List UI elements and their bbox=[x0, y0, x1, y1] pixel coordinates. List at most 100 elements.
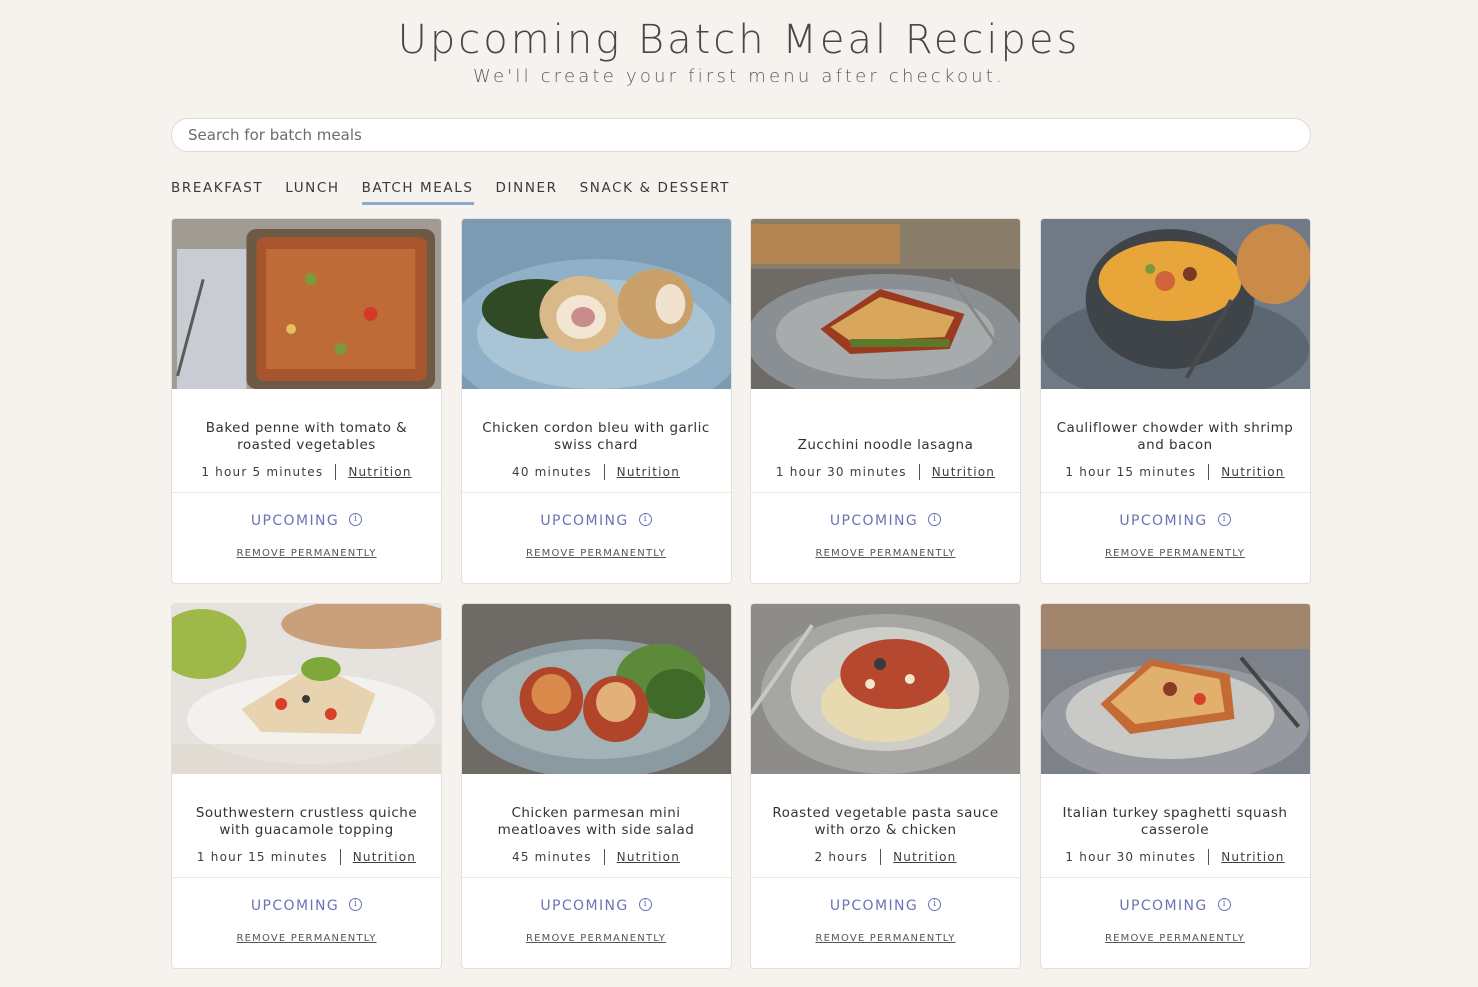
remove-permanently-link[interactable]: REMOVE PERMANENTLY bbox=[1105, 933, 1245, 944]
recipe-title: Chicken cordon bleu with garlic swiss ch… bbox=[482, 420, 710, 453]
recipe-time: 40 minutes bbox=[511, 465, 592, 479]
recipe-card: Italian turkey spaghetti squash casserol… bbox=[1039, 603, 1311, 969]
page-title: Upcoming Batch Meal Recipes bbox=[397, 17, 1081, 63]
recipe-time: 1 hour 15 minutes bbox=[1065, 465, 1197, 479]
meta-divider bbox=[603, 464, 605, 480]
recipe-card: Zucchini noodle lasagna 1 hour 30 minute… bbox=[750, 218, 1021, 584]
meta-divider bbox=[339, 849, 341, 865]
remove-permanently-link[interactable]: REMOVE PERMANENTLY bbox=[236, 548, 376, 559]
upcoming-status[interactable]: UPCOMING i bbox=[1119, 897, 1231, 914]
remove-permanently-link[interactable]: REMOVE PERMANENTLY bbox=[526, 548, 666, 559]
recipe-info: Roasted vegetable pasta sauce with orzo … bbox=[751, 774, 1020, 878]
recipe-info: Italian turkey spaghetti squash casserol… bbox=[1040, 774, 1310, 878]
recipe-time: 45 minutes bbox=[511, 850, 592, 864]
info-icon[interactable]: i bbox=[928, 512, 942, 526]
upcoming-status[interactable]: UPCOMING i bbox=[250, 897, 363, 914]
nutrition-link[interactable]: Nutrition bbox=[353, 850, 416, 864]
recipe-photo[interactable] bbox=[751, 219, 1020, 389]
tab-lunch[interactable]: LUNCH bbox=[285, 180, 339, 205]
nutrition-link[interactable]: Nutrition bbox=[348, 465, 411, 479]
upcoming-status[interactable]: UPCOMING i bbox=[830, 512, 942, 529]
tab-breakfast[interactable]: BREAKFAST bbox=[171, 180, 263, 205]
search-bar[interactable] bbox=[171, 118, 1311, 152]
recipe-meta: 45 minutes Nutrition bbox=[512, 849, 680, 865]
recipe-actions: UPCOMING i REMOVE PERMANENTLY bbox=[1041, 878, 1310, 968]
recipe-meta: 40 minutes Nutrition bbox=[512, 464, 680, 480]
recipe-actions: UPCOMING i REMOVE PERMANENTLY bbox=[462, 493, 731, 583]
recipe-info: Chicken parmesan mini meatloaves with si… bbox=[461, 774, 731, 878]
upcoming-status[interactable]: UPCOMING i bbox=[540, 512, 652, 529]
recipe-photo[interactable] bbox=[172, 604, 441, 774]
remove-permanently-link[interactable]: REMOVE PERMANENTLY bbox=[815, 933, 955, 944]
recipe-card: Chicken parmesan mini meatloaves with si… bbox=[460, 603, 732, 969]
upcoming-status[interactable]: UPCOMING i bbox=[250, 512, 363, 529]
info-icon[interactable]: i bbox=[1217, 897, 1231, 911]
recipe-info: Cauliflower chowder with shrimp and baco… bbox=[1040, 389, 1310, 493]
info-icon[interactable]: i bbox=[349, 512, 363, 526]
tab-batch-meals[interactable]: BATCH MEALS bbox=[361, 180, 474, 205]
category-tabs: BREAKFAST LUNCH BATCH MEALS DINNER SNACK… bbox=[171, 180, 752, 205]
remove-permanently-link[interactable]: REMOVE PERMANENTLY bbox=[815, 548, 955, 559]
recipe-photo[interactable] bbox=[1040, 219, 1310, 389]
recipe-actions: UPCOMING i REMOVE PERMANENTLY bbox=[751, 878, 1020, 968]
recipe-title: Roasted vegetable pasta sauce with orzo … bbox=[772, 805, 999, 838]
status-label: UPCOMING bbox=[829, 898, 919, 914]
nutrition-link[interactable]: Nutrition bbox=[617, 465, 680, 479]
recipe-title: Italian turkey spaghetti squash casserol… bbox=[1062, 805, 1288, 838]
recipe-title: Southwestern crustless quiche with guaca… bbox=[195, 805, 418, 838]
recipe-info: Southwestern crustless quiche with guaca… bbox=[172, 774, 441, 878]
status-label: UPCOMING bbox=[250, 513, 340, 529]
recipe-info: Baked penne with tomato & roasted vegeta… bbox=[172, 389, 441, 493]
remove-permanently-link[interactable]: REMOVE PERMANENTLY bbox=[526, 933, 666, 944]
recipe-actions: UPCOMING i REMOVE PERMANENTLY bbox=[462, 878, 731, 968]
tab-snack-dessert[interactable]: SNACK & DESSERT bbox=[580, 180, 730, 205]
remove-permanently-link[interactable]: REMOVE PERMANENTLY bbox=[236, 933, 376, 944]
info-icon[interactable]: i bbox=[638, 897, 652, 911]
nutrition-link[interactable]: Nutrition bbox=[617, 850, 680, 864]
recipe-title: Chicken parmesan mini meatloaves with si… bbox=[497, 805, 695, 838]
info-icon[interactable]: i bbox=[928, 897, 942, 911]
recipe-actions: UPCOMING i REMOVE PERMANENTLY bbox=[1041, 493, 1310, 583]
recipe-photo[interactable] bbox=[1040, 604, 1310, 774]
status-label: UPCOMING bbox=[1119, 513, 1208, 529]
nutrition-link[interactable]: Nutrition bbox=[1221, 850, 1284, 864]
info-icon[interactable]: i bbox=[349, 897, 363, 911]
nutrition-link[interactable]: Nutrition bbox=[932, 465, 995, 479]
recipe-photo[interactable] bbox=[172, 219, 441, 389]
recipe-meta: 2 hours Nutrition bbox=[815, 849, 957, 865]
upcoming-status[interactable]: UPCOMING i bbox=[540, 897, 652, 914]
recipe-time: 1 hour 5 minutes bbox=[201, 465, 324, 479]
recipe-photo[interactable] bbox=[461, 604, 731, 774]
nutrition-link[interactable]: Nutrition bbox=[1221, 465, 1284, 479]
recipe-info: Chicken cordon bleu with garlic swiss ch… bbox=[461, 389, 731, 493]
meta-divider bbox=[1208, 464, 1210, 480]
recipe-title: Zucchini noodle lasagna bbox=[797, 437, 974, 453]
recipe-meta: 1 hour 30 minutes Nutrition bbox=[1065, 849, 1284, 865]
meta-divider bbox=[918, 464, 920, 480]
recipe-meta: 1 hour 15 minutes Nutrition bbox=[1065, 464, 1284, 480]
recipe-photo[interactable] bbox=[751, 604, 1020, 774]
recipe-card: Baked penne with tomato & roasted vegeta… bbox=[171, 218, 442, 584]
recipe-card: Southwestern crustless quiche with guaca… bbox=[171, 603, 442, 969]
status-label: UPCOMING bbox=[540, 898, 629, 914]
recipe-actions: UPCOMING i REMOVE PERMANENTLY bbox=[172, 878, 441, 968]
upcoming-status[interactable]: UPCOMING i bbox=[829, 897, 942, 914]
recipe-time: 1 hour 15 minutes bbox=[196, 850, 328, 864]
recipe-time: 1 hour 30 minutes bbox=[1065, 850, 1197, 864]
recipe-meta: 1 hour 15 minutes Nutrition bbox=[197, 849, 416, 865]
remove-permanently-link[interactable]: REMOVE PERMANENTLY bbox=[1105, 548, 1245, 559]
recipe-photo[interactable] bbox=[461, 219, 731, 389]
recipe-grid: Baked penne with tomato & roasted vegeta… bbox=[171, 218, 1311, 969]
info-icon[interactable]: i bbox=[638, 512, 652, 526]
search-input[interactable] bbox=[188, 126, 1310, 144]
recipe-meta: 1 hour 5 minutes Nutrition bbox=[201, 464, 411, 480]
meta-divider bbox=[1208, 849, 1210, 865]
recipe-title: Cauliflower chowder with shrimp and baco… bbox=[1056, 420, 1294, 453]
status-label: UPCOMING bbox=[250, 898, 340, 914]
upcoming-status[interactable]: UPCOMING i bbox=[1119, 512, 1231, 529]
nutrition-link[interactable]: Nutrition bbox=[893, 850, 956, 864]
recipe-actions: UPCOMING i REMOVE PERMANENTLY bbox=[751, 493, 1020, 583]
info-icon[interactable]: i bbox=[1217, 512, 1231, 526]
tab-dinner[interactable]: DINNER bbox=[496, 180, 558, 205]
recipe-actions: UPCOMING i REMOVE PERMANENTLY bbox=[172, 493, 441, 583]
